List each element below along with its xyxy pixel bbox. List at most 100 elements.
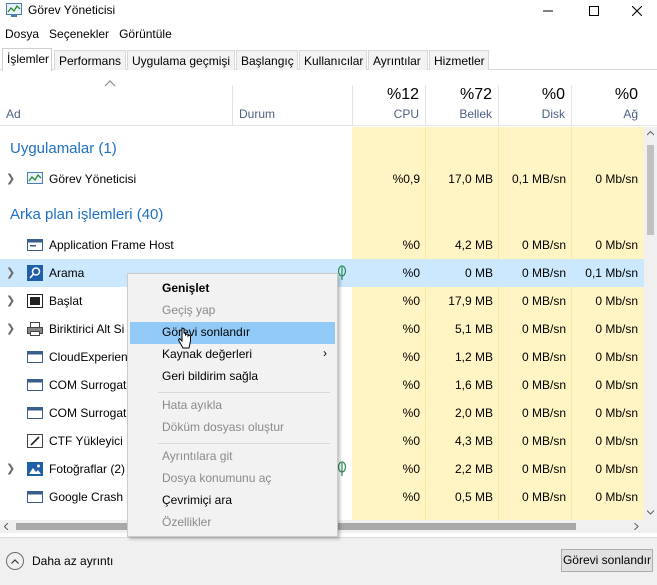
cell-memory: 4,2 MB bbox=[454, 238, 493, 252]
process-name: Başlat bbox=[49, 294, 83, 308]
tab-startup[interactable]: Başlangıç bbox=[236, 50, 298, 70]
less-details-label: Daha az ayrıntı bbox=[32, 554, 114, 568]
vertical-scrollbar[interactable] bbox=[644, 127, 657, 520]
table-row[interactable]: ❯ Görev Yöneticisi %0,9 17,0 MB 0,1 MB/s… bbox=[0, 165, 644, 193]
scroll-up-icon[interactable] bbox=[647, 131, 654, 136]
sort-up-icon bbox=[104, 80, 116, 87]
menu-item-create-dump: Döküm dosyası oluştur bbox=[130, 417, 335, 439]
menu-item-feedback[interactable]: Geri bildirim sağla bbox=[130, 366, 335, 388]
menu-item-expand[interactable]: Genişlet bbox=[130, 278, 335, 300]
photos-icon bbox=[27, 462, 43, 476]
menu-item-search-online[interactable]: Çevrimiçi ara bbox=[130, 490, 335, 512]
cell-memory: 2,2 MB bbox=[454, 462, 493, 476]
menu-file[interactable]: Dosya bbox=[0, 24, 44, 44]
menu-item-label: Geri bildirim sağla bbox=[162, 369, 259, 383]
cell-cpu: %0 bbox=[402, 294, 420, 308]
suspended-leaf-icon bbox=[337, 461, 347, 476]
cell-network: 0 Mb/sn bbox=[595, 378, 638, 392]
table-row[interactable]: Application Frame Host %0 4,2 MB 0 MB/sn… bbox=[0, 231, 644, 259]
menu-separator bbox=[158, 443, 330, 444]
cell-cpu: %0 bbox=[402, 266, 420, 280]
mouse-pointer-icon bbox=[178, 327, 191, 349]
cell-disk: 0 MB/sn bbox=[521, 434, 566, 448]
scroll-down-icon[interactable] bbox=[647, 510, 654, 515]
menu-item-label: Dosya konumunu aç bbox=[162, 471, 272, 485]
column-header: Ad Durum %12 CPU %72 Bellek %0 Disk %0 A… bbox=[0, 71, 657, 126]
vertical-scroll-thumb[interactable] bbox=[647, 145, 654, 235]
tab-processes[interactable]: İşlemler bbox=[2, 48, 52, 71]
cell-memory: 2,0 MB bbox=[454, 406, 493, 420]
network-total[interactable]: %0 bbox=[571, 86, 638, 104]
maximize-button[interactable] bbox=[571, 0, 617, 22]
menu-item-label: Çevrimiçi ara bbox=[162, 493, 233, 507]
memory-total[interactable]: %72 bbox=[425, 86, 492, 104]
end-task-button[interactable]: Görevi sonlandır bbox=[561, 549, 653, 572]
menu-item-resource-values[interactable]: Kaynak değerleri › bbox=[130, 344, 335, 366]
cell-memory: 1,6 MB bbox=[454, 378, 493, 392]
process-name: Arama bbox=[49, 266, 85, 280]
minimize-icon bbox=[543, 10, 553, 12]
column-memory[interactable]: Bellek bbox=[425, 107, 492, 121]
cell-disk: 0 MB/sn bbox=[521, 266, 566, 280]
cell-cpu: %0 bbox=[402, 462, 420, 476]
submenu-arrow-icon: › bbox=[323, 346, 327, 360]
close-button[interactable] bbox=[617, 0, 657, 22]
group-background: Arka plan işlemleri (40) bbox=[10, 206, 164, 223]
window-app-icon bbox=[27, 491, 43, 503]
cell-network: 0 Mb/sn bbox=[595, 238, 638, 252]
expand-chevron-icon[interactable]: ❯ bbox=[6, 172, 15, 185]
cell-network: 0 Mb/sn bbox=[595, 172, 638, 186]
process-name: COM Surrogat bbox=[49, 378, 127, 392]
minimize-button[interactable] bbox=[525, 0, 571, 22]
printer-icon bbox=[27, 322, 43, 336]
scroll-corner bbox=[644, 520, 657, 533]
column-cpu[interactable]: CPU bbox=[352, 107, 419, 121]
tab-services[interactable]: Hizmetler bbox=[429, 50, 489, 70]
menu-item-label: Özellikler bbox=[162, 515, 212, 529]
cell-network: 0 Mb/sn bbox=[595, 434, 638, 448]
cell-memory: 17,9 MB bbox=[448, 294, 493, 308]
cell-memory: 0 MB bbox=[464, 266, 493, 280]
tab-users[interactable]: Kullanıcılar bbox=[299, 50, 367, 70]
cell-network: 0 Mb/sn bbox=[595, 294, 638, 308]
less-details-toggle[interactable]: Daha az ayrıntı bbox=[6, 552, 113, 570]
tab-performance[interactable]: Performans bbox=[54, 50, 126, 70]
tab-strip: İşlemler Performans Uygulama geçmişi Baş… bbox=[0, 48, 657, 71]
title-bar: Görev Yöneticisi bbox=[0, 0, 657, 22]
cell-disk: 0 MB/sn bbox=[521, 490, 566, 504]
cpu-total[interactable]: %12 bbox=[352, 86, 419, 104]
scroll-left-icon[interactable] bbox=[4, 523, 9, 530]
cell-cpu: %0 bbox=[402, 406, 420, 420]
disk-total[interactable]: %0 bbox=[498, 86, 565, 104]
tab-details[interactable]: Ayrıntılar bbox=[368, 50, 428, 70]
cell-disk: 0 MB/sn bbox=[521, 350, 566, 364]
menu-bar: Dosya Seçenekler Görüntüle bbox=[0, 24, 177, 44]
menu-item-label: Kaynak değerleri bbox=[162, 347, 253, 361]
cell-disk: 0,1 MB/sn bbox=[511, 172, 566, 186]
column-status[interactable]: Durum bbox=[239, 107, 275, 121]
expand-chevron-icon[interactable]: ❯ bbox=[6, 462, 15, 475]
cell-cpu: %0 bbox=[402, 350, 420, 364]
menu-item-label: Geçiş yap bbox=[162, 303, 216, 317]
column-network[interactable]: Ağ bbox=[571, 107, 638, 121]
menu-item-end-task[interactable]: Görevi sonlandır bbox=[130, 322, 335, 344]
cell-cpu: %0 bbox=[402, 434, 420, 448]
expand-chevron-icon[interactable]: ❯ bbox=[6, 294, 15, 307]
expand-chevron-icon[interactable]: ❯ bbox=[6, 322, 15, 335]
task-manager-icon bbox=[27, 172, 43, 184]
menu-item-open-location: Dosya konumunu aç bbox=[130, 468, 335, 490]
window-app-icon bbox=[27, 351, 43, 363]
menu-options[interactable]: Seçenekler bbox=[44, 24, 114, 44]
menu-view[interactable]: Görüntüle bbox=[114, 24, 177, 44]
cell-network: 0 Mb/sn bbox=[595, 350, 638, 364]
menu-item-label: Döküm dosyası oluştur bbox=[162, 420, 285, 434]
expand-chevron-icon[interactable]: ❯ bbox=[6, 266, 15, 279]
column-name[interactable]: Ad bbox=[6, 107, 21, 121]
scroll-right-icon[interactable] bbox=[634, 523, 639, 530]
column-disk[interactable]: Disk bbox=[498, 107, 565, 121]
close-icon bbox=[632, 6, 642, 16]
tab-app-history[interactable]: Uygulama geçmişi bbox=[127, 50, 235, 70]
menu-item-label: Hata ayıkla bbox=[162, 398, 223, 412]
process-name: COM Surrogat bbox=[49, 406, 127, 420]
cell-disk: 0 MB/sn bbox=[521, 462, 566, 476]
